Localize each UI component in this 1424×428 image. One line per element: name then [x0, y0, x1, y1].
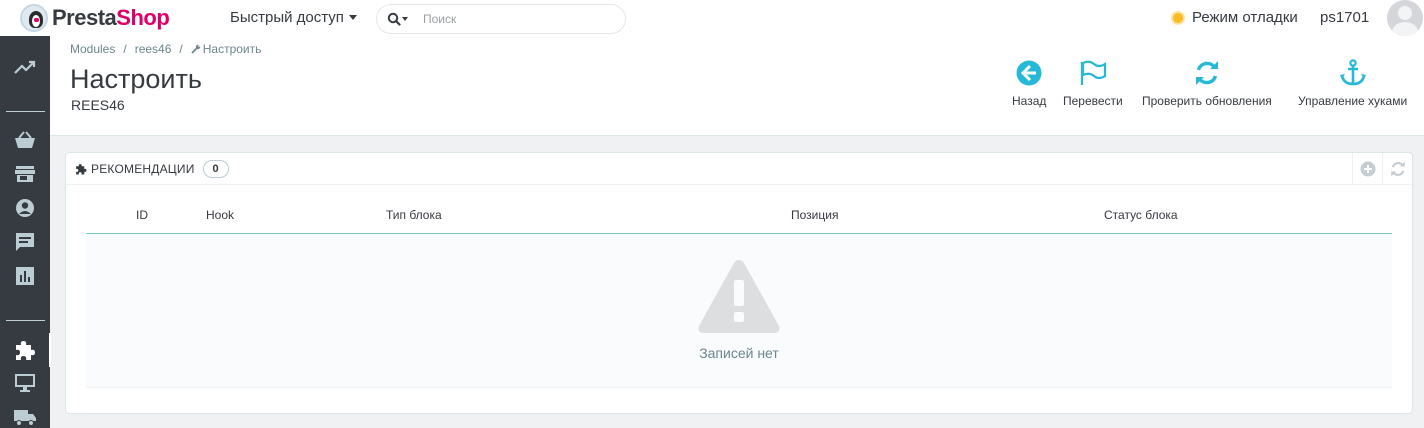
breadcrumb-modules[interactable]: Modules [70, 42, 115, 56]
truck-icon [14, 410, 36, 426]
flag-icon [1080, 60, 1106, 85]
refresh-list-button[interactable] [1382, 153, 1412, 185]
avatar[interactable] [1387, 0, 1423, 36]
search-icon [387, 12, 408, 26]
prestashop-logo[interactable]: PrestaShop [20, 4, 170, 32]
arrow-circle-left-icon [1016, 60, 1042, 86]
sidebar-divider [6, 320, 45, 321]
manage-hooks-label: Управление хуками [1298, 94, 1408, 108]
refresh-icon [1195, 61, 1218, 85]
sidebar-item-orders[interactable] [0, 123, 50, 157]
warning-icon [698, 260, 780, 333]
quick-access-dropdown[interactable]: Быстрый доступ [230, 9, 357, 26]
debug-sun-icon [1173, 12, 1183, 23]
bar-chart-icon [16, 267, 34, 285]
breadcrumb-module[interactable]: rees46 [135, 42, 172, 56]
recommendations-panel: РЕКОМЕНДАЦИИ 0 ID Hook Тип блока Позиция… [65, 152, 1413, 414]
debug-mode-label: Режим отладки [1192, 9, 1298, 26]
search-dropdown[interactable] [387, 12, 409, 26]
empty-state: Записей нет [86, 234, 1392, 388]
column-block-status[interactable]: Статус блока [1104, 208, 1178, 222]
search-input[interactable] [423, 12, 603, 26]
sidebar-item-customers[interactable] [0, 191, 50, 225]
breadcrumb-current: Настроить [202, 42, 262, 56]
page-title: Настроить [70, 64, 202, 94]
page-subtitle: REES46 [71, 97, 125, 113]
sidebar-item-stats[interactable] [0, 259, 50, 293]
basket-icon [15, 131, 35, 148]
sidebar-item-dashboard[interactable] [0, 50, 50, 84]
sidebar-item-design[interactable] [0, 366, 50, 400]
refresh-icon [1390, 161, 1405, 177]
puzzle-icon [76, 163, 87, 174]
anchor-icon [1339, 59, 1366, 86]
column-position[interactable]: Позиция [791, 208, 838, 222]
logo-text-shop: Shop [116, 5, 170, 30]
count-badge: 0 [202, 159, 229, 178]
sidebar-item-shipping[interactable] [0, 400, 50, 428]
trending-up-icon [14, 60, 36, 74]
empty-message: Записей нет [699, 345, 779, 361]
plus-circle-icon [1360, 161, 1375, 177]
translate-label: Перевести [1063, 94, 1123, 108]
user-circle-icon [16, 199, 34, 217]
column-id[interactable]: ID [136, 208, 148, 222]
back-button[interactable]: Назад [1012, 56, 1046, 108]
panel-heading: РЕКОМЕНДАЦИИ 0 [66, 153, 1412, 185]
panel-title: РЕКОМЕНДАЦИИ [91, 161, 195, 176]
puzzle-icon [16, 341, 35, 360]
column-block-type[interactable]: Тип блока [386, 208, 442, 222]
store-icon [15, 166, 35, 182]
monitor-icon [15, 374, 35, 392]
sidebar-item-catalog[interactable] [0, 157, 50, 191]
sidebar-item-messages[interactable] [0, 225, 50, 259]
search-box[interactable] [376, 4, 626, 34]
top-header: PrestaShop Быстрый доступ Режим отладки … [0, 0, 1424, 36]
sidebar-divider [6, 111, 45, 112]
sidebar [0, 36, 51, 428]
comment-icon [16, 233, 34, 251]
page-header: Modules / rees46 / Настроить Настроить R… [50, 36, 1424, 136]
check-updates-button[interactable]: Проверить обновления [1142, 56, 1272, 108]
debug-mode-indicator[interactable]: Режим отладки [1173, 9, 1298, 26]
caret-down-icon [348, 15, 357, 20]
username[interactable]: ps1701 [1320, 9, 1369, 26]
breadcrumb: Modules / rees46 / Настроить [70, 42, 262, 56]
column-hook[interactable]: Hook [206, 208, 234, 222]
add-button[interactable] [1352, 153, 1382, 185]
table-header: ID Hook Тип блока Позиция Статус блока [86, 199, 1392, 234]
translate-button[interactable]: Перевести [1063, 56, 1123, 108]
wrench-icon [191, 44, 200, 54]
manage-hooks-button[interactable]: Управление хуками [1298, 56, 1407, 108]
back-label: Назад [1012, 94, 1047, 108]
logo-text-presta: Presta [52, 5, 117, 30]
sidebar-item-modules[interactable] [0, 333, 51, 367]
puffin-logo-icon [20, 4, 48, 32]
quick-access-label: Быстрый доступ [230, 9, 344, 26]
check-updates-label: Проверить обновления [1142, 94, 1272, 108]
